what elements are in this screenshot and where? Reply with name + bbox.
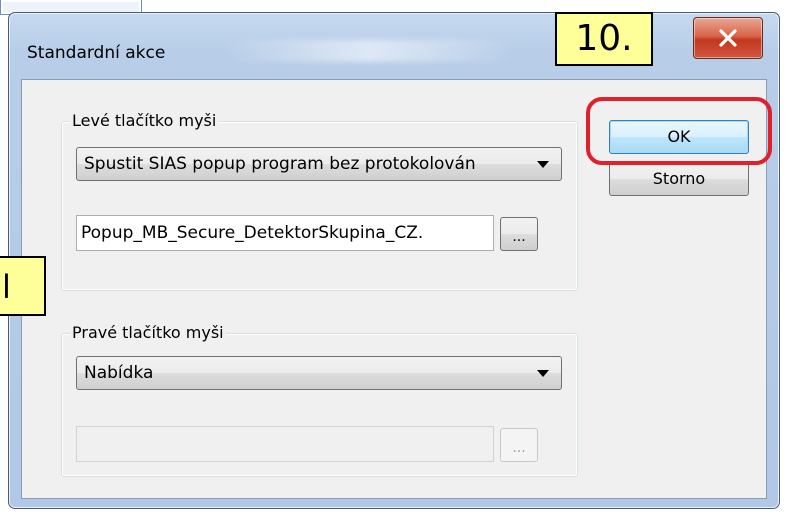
chevron-down-icon <box>537 161 549 168</box>
right-mouse-group-label: Pravé tlačítko myši <box>70 323 226 343</box>
dialog-window: Standardní akce Levé tlačítko myši Spust… <box>8 12 780 509</box>
right-action-select[interactable]: Nabídka <box>76 356 562 390</box>
window-title: Standardní akce <box>27 43 166 63</box>
left-mouse-group: Levé tlačítko myši Spustit SIAS popup pr… <box>61 111 578 291</box>
cancel-button[interactable]: Storno <box>609 162 749 196</box>
title-bar-reflection <box>219 40 519 62</box>
close-button[interactable] <box>693 17 763 59</box>
right-browse-button: ... <box>500 428 538 462</box>
right-action-select-value: Nabídka <box>84 363 154 383</box>
left-callout: l <box>0 256 46 316</box>
left-program-field-value: Popup_MB_Secure_DetektorSkupina_CZ. <box>81 223 424 243</box>
ok-highlight-ring <box>586 97 772 165</box>
right-mouse-group: Pravé tlačítko myši Nabídka ... <box>61 323 578 477</box>
left-program-field[interactable]: Popup_MB_Secure_DetektorSkupina_CZ. <box>76 215 494 251</box>
step-callout: 10. <box>555 12 653 66</box>
title-bar[interactable]: Standardní akce <box>9 13 779 83</box>
left-action-select[interactable]: Spustit SIAS popup program bez protokolo… <box>76 147 562 181</box>
left-mouse-group-label: Levé tlačítko myši <box>70 111 219 131</box>
chevron-down-icon <box>537 370 549 377</box>
right-program-field <box>76 426 494 462</box>
left-action-select-value: Spustit SIAS popup program bez protokolo… <box>84 154 476 174</box>
close-icon <box>719 29 737 47</box>
left-browse-button[interactable]: ... <box>500 217 538 251</box>
